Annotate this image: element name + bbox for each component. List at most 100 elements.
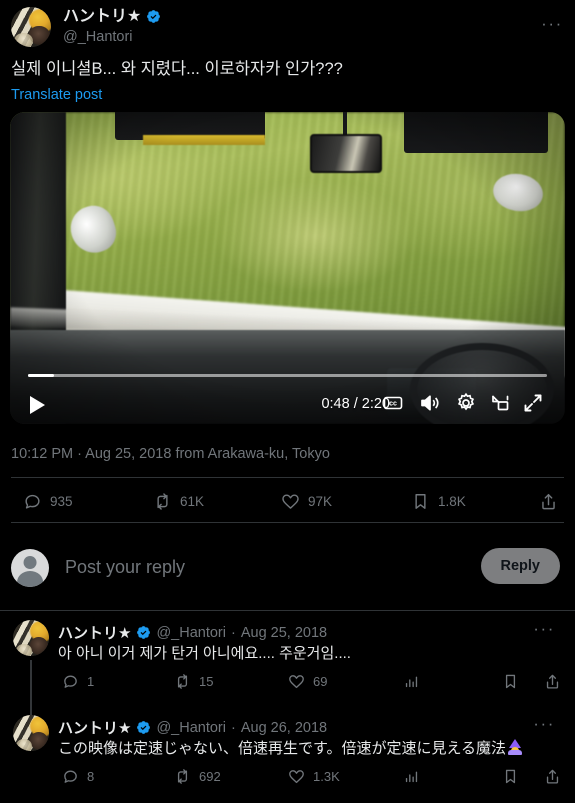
share-icon — [546, 674, 559, 689]
reply-count: 935 — [50, 494, 73, 509]
video-right-controls: cc — [360, 382, 545, 424]
post-timestamp-location: 10:12 PM · Aug 25, 2018 from Arakawa-ku,… — [11, 446, 330, 462]
volume-icon[interactable] — [418, 391, 442, 415]
reply-separator: · — [230, 624, 236, 641]
video-progress-fill — [28, 374, 54, 377]
repost-stat-button[interactable]: 692 — [174, 768, 221, 785]
reply-handle: @_Hantori — [156, 624, 226, 641]
share-button[interactable] — [544, 768, 561, 785]
reply-more-options-button[interactable]: ··· — [533, 619, 555, 639]
views-stat-button[interactable] — [403, 673, 420, 690]
share-icon — [546, 769, 559, 784]
reply-display-name: ハントリ★ — [58, 625, 132, 642]
divider — [11, 477, 564, 478]
reply-icon — [64, 675, 77, 688]
verified-badge-icon — [147, 10, 161, 23]
avatar-image — [13, 715, 49, 751]
reply-text: この映像は定速じゃない、倍速再生です。倍速が定速に見える魔法 — [58, 740, 507, 757]
reply-item: ハントリ★ @_Hantori · Aug 25, 2018 ··· 아 아니 … — [0, 619, 575, 728]
reply-engagement-row: 8 692 1.3K — [58, 768, 565, 790]
cc-icon[interactable]: cc — [381, 391, 405, 415]
bookmark-icon — [505, 674, 516, 689]
reply-submit-button[interactable]: Reply — [480, 548, 560, 584]
repost-stat-button[interactable]: 15 — [174, 673, 213, 690]
reply-header: ハントリ★ @_Hantori · Aug 26, 2018 ··· — [58, 714, 565, 738]
video-player[interactable]: 0:48 / 2:20 cc — [10, 112, 565, 424]
avatar-image — [11, 7, 51, 47]
reply-date: Aug 26, 2018 — [240, 719, 328, 736]
reply-icon — [64, 770, 77, 783]
bookmark-stat-button[interactable]: 1.8K — [411, 492, 466, 511]
settings-gear-icon[interactable] — [454, 391, 478, 415]
repost-icon — [177, 769, 188, 784]
analytics-icon — [405, 771, 418, 783]
reply-header: ハントリ★ @_Hantori · Aug 25, 2018 ··· — [58, 619, 565, 643]
like-stat-button[interactable]: 97K — [281, 492, 332, 511]
avatar[interactable] — [11, 7, 51, 47]
bookmark-count: 1.8K — [438, 494, 466, 509]
post-text: 실제 이니셜B... 와 지렸다... 이로하자카 인가??? — [11, 60, 343, 78]
post-more-options-button[interactable]: ··· — [539, 13, 565, 35]
reply-handle: @_Hantori — [156, 719, 226, 736]
views-stat-button[interactable] — [403, 768, 420, 785]
reply-item: ハントリ★ @_Hantori · Aug 26, 2018 ··· この映像は… — [0, 714, 575, 803]
repost-count: 61K — [180, 494, 205, 509]
bookmark-icon — [505, 769, 516, 784]
post-detail-page: ハントリ★ @_Hantori ··· 실제 이니셜B... 와 지렸다... … — [0, 0, 575, 803]
reply-text-wrapper: この映像は定速じゃない、倍速再生です。倍速が定速に見える魔法 — [58, 739, 563, 759]
reply-composer: Post your reply Reply — [11, 540, 564, 595]
verified-badge-icon — [137, 721, 151, 734]
current-user-avatar[interactable] — [11, 548, 49, 587]
reply-input[interactable]: Post your reply — [65, 557, 185, 578]
like-count: 97K — [308, 494, 333, 509]
bookmark-icon — [415, 494, 426, 509]
share-button[interactable] — [539, 492, 558, 511]
repost-icon — [157, 493, 168, 510]
avatar[interactable] — [13, 620, 49, 656]
like-count: 69 — [313, 674, 328, 689]
reply-stat-button[interactable]: 8 — [62, 768, 94, 785]
heart-icon — [282, 494, 299, 509]
post-header: ハントリ★ @_Hantori ··· — [11, 6, 565, 50]
bookmark-button[interactable] — [502, 768, 519, 785]
repost-count: 692 — [199, 769, 221, 784]
video-control-bar: 0:48 / 2:20 cc — [10, 382, 565, 424]
divider — [0, 610, 575, 611]
reply-stat-button[interactable]: 935 — [23, 492, 73, 511]
heart-icon — [289, 675, 304, 689]
bookmark-button[interactable] — [502, 673, 519, 690]
reply-more-options-button[interactable]: ··· — [533, 714, 555, 734]
share-icon — [542, 493, 555, 510]
translate-post-link[interactable]: Translate post — [11, 86, 102, 104]
reply-date: Aug 25, 2018 — [240, 624, 328, 641]
video-progress-bar[interactable] — [28, 374, 547, 377]
reply-stat-button[interactable]: 1 — [62, 673, 94, 690]
like-stat-button[interactable]: 69 — [288, 673, 327, 690]
repost-stat-button[interactable]: 61K — [153, 492, 204, 511]
repost-icon — [177, 674, 188, 689]
post-engagement-row: 935 61K 97K 1.8K — [11, 489, 564, 519]
reply-count: 8 — [87, 769, 95, 784]
reply-count: 1 — [87, 674, 95, 689]
repost-count: 15 — [199, 674, 214, 689]
like-count: 1.3K — [313, 769, 340, 784]
author-handle: @_Hantori — [63, 29, 133, 45]
display-name-row[interactable]: ハントリ★ — [63, 7, 161, 26]
reply-engagement-row: 1 15 69 — [58, 673, 565, 695]
share-button[interactable] — [544, 673, 561, 690]
play-icon[interactable] — [30, 396, 45, 414]
mage-emoji — [507, 739, 523, 755]
reply-icon — [25, 494, 40, 509]
author-names: ハントリ★ @_Hantori — [63, 6, 161, 46]
reply-display-name: ハントリ★ — [58, 720, 132, 737]
divider — [11, 522, 564, 523]
avatar[interactable] — [13, 715, 49, 751]
reply-text: 아 아니 이거 제가 탄거 아니에요.... 주운거임.... — [58, 645, 351, 662]
picture-in-picture-icon[interactable] — [488, 391, 512, 415]
reply-separator: · — [230, 719, 236, 736]
like-stat-button[interactable]: 1.3K — [288, 768, 340, 785]
svg-text:cc: cc — [389, 401, 397, 408]
fullscreen-icon[interactable] — [521, 391, 545, 415]
verified-badge-icon — [137, 626, 151, 639]
display-name: ハントリ★ — [63, 8, 142, 25]
